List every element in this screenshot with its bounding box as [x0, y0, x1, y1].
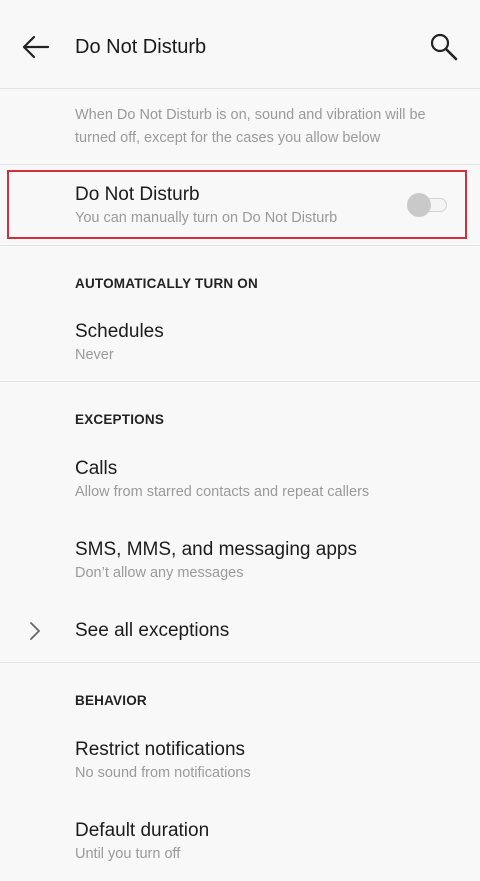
- search-button[interactable]: [426, 30, 466, 66]
- restrict-notifications-subtitle: No sound from notifications: [75, 765, 251, 781]
- divider: [0, 245, 480, 246]
- page-title: Do Not Disturb: [75, 36, 207, 58]
- default-duration-subtitle: Until you turn off: [75, 846, 181, 862]
- section-header-auto: AUTOMATICALLY TURN ON: [75, 276, 258, 291]
- toggle-thumb: [407, 193, 431, 217]
- divider: [0, 662, 480, 663]
- app-bar: Do Not Disturb: [0, 0, 480, 90]
- calls-row[interactable]: Calls Allow from starred contacts and re…: [0, 447, 480, 511]
- sms-title: SMS, MMS, and messaging apps: [75, 539, 357, 560]
- schedules-subtitle: Never: [75, 347, 114, 363]
- highlight-frame: [7, 170, 467, 239]
- schedules-title: Schedules: [75, 321, 164, 342]
- schedules-row[interactable]: Schedules Never: [0, 310, 480, 374]
- section-header-exceptions: EXCEPTIONS: [75, 412, 165, 427]
- arrow-back-icon: [22, 35, 50, 59]
- sms-row[interactable]: SMS, MMS, and messaging apps Don’t allow…: [0, 528, 480, 592]
- calls-title: Calls: [75, 458, 118, 479]
- see-all-exceptions-row[interactable]: See all exceptions: [0, 608, 480, 654]
- sms-subtitle: Don’t allow any messages: [75, 565, 244, 581]
- default-duration-row[interactable]: Default duration Until you turn off: [0, 809, 480, 873]
- default-duration-title: Default duration: [75, 820, 210, 841]
- restrict-notifications-row[interactable]: Restrict notifications No sound from not…: [0, 728, 480, 792]
- search-icon: [430, 33, 458, 61]
- divider: [0, 88, 480, 89]
- restrict-notifications-title: Restrict notifications: [75, 739, 246, 760]
- calls-subtitle: Allow from starred contacts and repeat c…: [75, 484, 370, 500]
- intro-text: When Do Not Disturb is on, sound and vib…: [75, 107, 426, 146]
- see-all-exceptions-label: See all exceptions: [75, 620, 230, 641]
- dnd-toggle-switch[interactable]: [407, 193, 447, 217]
- divider: [0, 381, 480, 382]
- section-header-behavior: BEHAVIOR: [75, 693, 147, 708]
- back-button[interactable]: [18, 30, 54, 64]
- divider: [0, 164, 480, 165]
- chevron-right-icon: [26, 620, 44, 642]
